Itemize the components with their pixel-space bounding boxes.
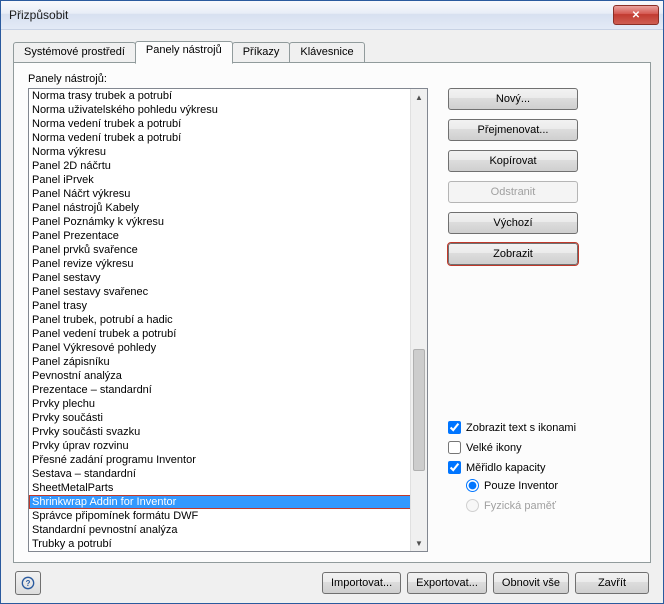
checkbox-capacity-gauge[interactable] bbox=[448, 461, 461, 474]
list-item[interactable]: Panel Výkresové pohledy bbox=[29, 341, 411, 355]
options-group: Zobrazit text s ikonami Velké ikony Měři… bbox=[448, 421, 636, 512]
list-item[interactable]: Panel 2D náčrtu bbox=[29, 159, 411, 173]
list-item[interactable]: Panel nástrojů Kabely bbox=[29, 201, 411, 215]
new-button[interactable]: Nový... bbox=[448, 88, 578, 110]
titlebar[interactable]: Přizpůsobit bbox=[1, 1, 663, 30]
close-button[interactable]: Zavřít bbox=[575, 572, 649, 594]
list-item[interactable]: Norma výkresu bbox=[29, 145, 411, 159]
checkbox-large-icons[interactable] bbox=[448, 441, 461, 454]
list-item[interactable]: Norma trasy trubek a potrubí bbox=[29, 89, 411, 103]
refresh-all-button[interactable]: Obnovit vše bbox=[493, 572, 569, 594]
dialog-body: Systémové prostředí Panely nástrojů Přík… bbox=[1, 30, 663, 603]
tab-system-env[interactable]: Systémové prostředí bbox=[13, 42, 136, 63]
scroll-up-icon[interactable]: ▲ bbox=[411, 89, 427, 105]
import-button[interactable]: Importovat... bbox=[322, 572, 401, 594]
right-column: Nový... Přejmenovat... Kopírovat Odstran… bbox=[448, 88, 636, 552]
radio-label: Pouze Inventor bbox=[484, 480, 558, 492]
rename-button[interactable]: Přejmenovat... bbox=[448, 119, 578, 141]
list-item[interactable]: Panel Prezentace bbox=[29, 229, 411, 243]
checkbox-label: Velké ikony bbox=[466, 442, 522, 454]
list-item[interactable]: Prvky součásti svazku bbox=[29, 425, 411, 439]
scroll-thumb[interactable] bbox=[413, 349, 425, 471]
radio-input-inventor[interactable] bbox=[466, 479, 479, 492]
list-item[interactable]: Norma vedení trubek a potrubí bbox=[29, 117, 411, 131]
tab-strip: Systémové prostředí Panely nástrojů Přík… bbox=[13, 40, 651, 63]
show-button[interactable]: Zobrazit bbox=[448, 243, 578, 265]
list-item[interactable]: Standardní pevnostní analýza bbox=[29, 523, 411, 537]
list-wrap: Norma trasy trubek a potrubíNorma uživat… bbox=[28, 88, 428, 552]
list-item[interactable]: Prvky plechu bbox=[29, 397, 411, 411]
export-button[interactable]: Exportovat... bbox=[407, 572, 487, 594]
radio-physical-memory: Fyzická paměť bbox=[466, 499, 636, 512]
list-item[interactable]: Panel trasy bbox=[29, 299, 411, 313]
radio-group: Pouze Inventor Fyzická paměť bbox=[448, 479, 636, 512]
list-item[interactable]: Panel iPrvek bbox=[29, 173, 411, 187]
list-item[interactable]: SheetMetalParts bbox=[29, 481, 411, 495]
default-button[interactable]: Výchozí bbox=[448, 212, 578, 234]
list-item[interactable]: Panel trubek, potrubí a hadic bbox=[29, 313, 411, 327]
radio-inventor-only[interactable]: Pouze Inventor bbox=[466, 479, 636, 492]
copy-button[interactable]: Kopírovat bbox=[448, 150, 578, 172]
toolbars-listbox[interactable]: Norma trasy trubek a potrubíNorma uživat… bbox=[28, 88, 428, 552]
toolbars-label: Panely nástrojů: bbox=[28, 73, 636, 85]
scrollbar[interactable]: ▲ ▼ bbox=[410, 89, 427, 551]
tab-keyboard[interactable]: Klávesnice bbox=[289, 42, 364, 63]
list-item[interactable]: Prvky úprav rozvinu bbox=[29, 439, 411, 453]
list-item[interactable]: Panel Poznámky k výkresu bbox=[29, 215, 411, 229]
customize-dialog: Přizpůsobit Systémové prostředí Panely n… bbox=[0, 0, 664, 604]
list-item[interactable]: Sestava – standardní bbox=[29, 467, 411, 481]
checkbox-text-icons[interactable] bbox=[448, 421, 461, 434]
list-item[interactable]: Panel sestavy bbox=[29, 271, 411, 285]
checkbox-label: Měřidlo kapacity bbox=[466, 462, 545, 474]
list-item[interactable]: Panel revize výkresu bbox=[29, 257, 411, 271]
list-item[interactable]: Panel zápisníku bbox=[29, 355, 411, 369]
radio-label: Fyzická paměť bbox=[484, 500, 556, 512]
check-large-icons[interactable]: Velké ikony bbox=[448, 441, 636, 454]
list-item[interactable]: Norma vedení trubek a potrubí bbox=[29, 131, 411, 145]
list-item[interactable]: Pevnostní analýza bbox=[29, 369, 411, 383]
list-item[interactable]: Prvky součásti bbox=[29, 411, 411, 425]
list-item[interactable]: Shrinkwrap Addin for Inventor bbox=[29, 495, 411, 509]
delete-button: Odstranit bbox=[448, 181, 578, 203]
list-item[interactable]: Panel vedení trubek a potrubí bbox=[29, 327, 411, 341]
list-item[interactable]: Prezentace – standardní bbox=[29, 383, 411, 397]
window-title: Přizpůsobit bbox=[9, 8, 613, 22]
list-item[interactable]: Přesné zadání programu Inventor bbox=[29, 453, 411, 467]
tab-toolbars[interactable]: Panely nástrojů bbox=[135, 41, 233, 64]
tab-panel: Panely nástrojů: Norma trasy trubek a po… bbox=[13, 62, 651, 563]
close-icon[interactable] bbox=[613, 5, 659, 25]
svg-text:?: ? bbox=[26, 579, 31, 588]
list-item[interactable]: Norma uživatelského pohledu výkresu bbox=[29, 103, 411, 117]
list-item[interactable]: Panel Náčrt výkresu bbox=[29, 187, 411, 201]
list-item[interactable]: Panel sestavy svařenec bbox=[29, 285, 411, 299]
checkbox-label: Zobrazit text s ikonami bbox=[466, 422, 576, 434]
list-item[interactable]: Panel prvků svařence bbox=[29, 243, 411, 257]
tab-commands[interactable]: Příkazy bbox=[232, 42, 291, 63]
main-area: Norma trasy trubek a potrubíNorma uživat… bbox=[28, 88, 636, 552]
footer: ? Importovat... Exportovat... Obnovit vš… bbox=[13, 563, 651, 597]
check-text-with-icons[interactable]: Zobrazit text s ikonami bbox=[448, 421, 636, 434]
radio-input-physical bbox=[466, 499, 479, 512]
list-item[interactable]: Trubky a potrubí bbox=[29, 537, 411, 551]
check-capacity-gauge[interactable]: Měřidlo kapacity bbox=[448, 461, 636, 474]
help-icon: ? bbox=[21, 576, 35, 590]
scroll-down-icon[interactable]: ▼ bbox=[411, 535, 427, 551]
list-item[interactable]: Správce připomínek formátu DWF bbox=[29, 509, 411, 523]
help-button[interactable]: ? bbox=[15, 571, 41, 595]
